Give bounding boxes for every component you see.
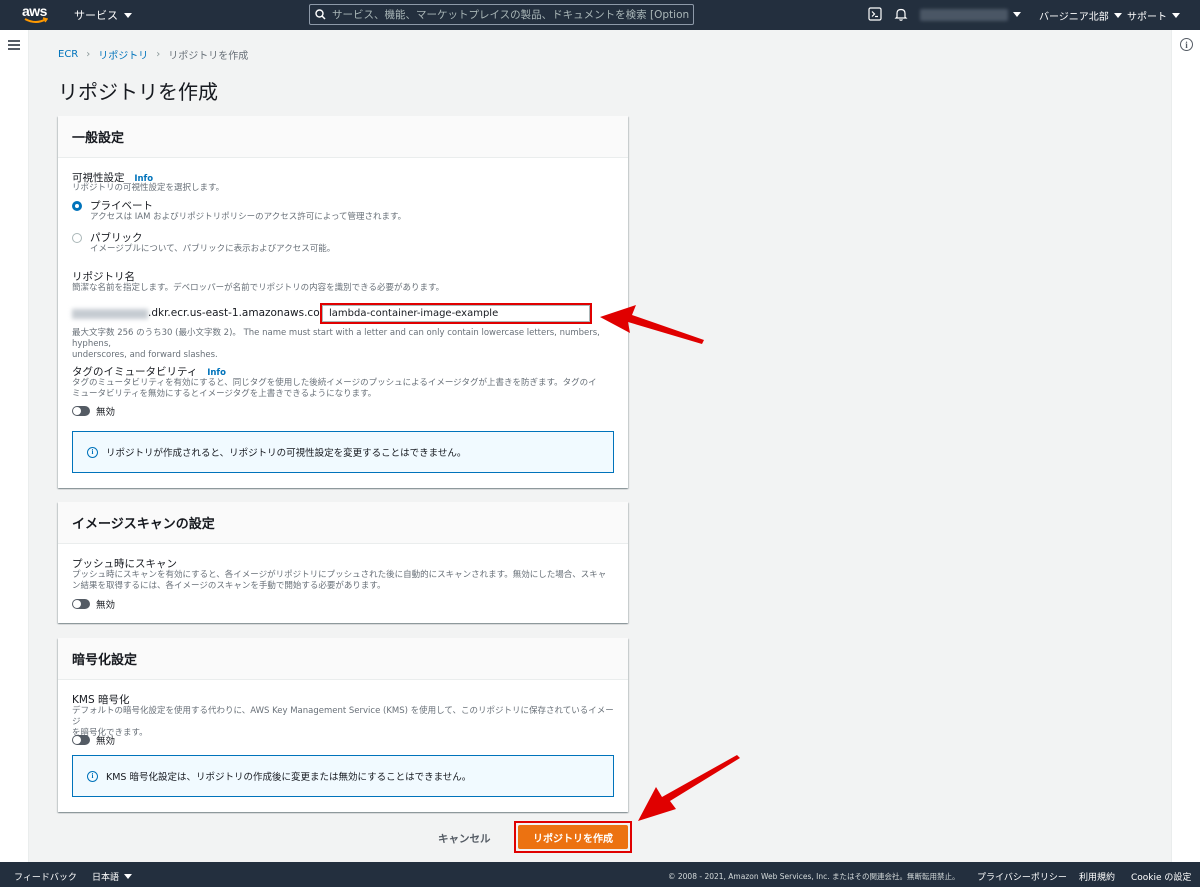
search-icon (310, 5, 330, 25)
breadcrumb-ecr[interactable]: ECR (58, 49, 78, 60)
kms-encryption-toggle[interactable] (72, 735, 90, 745)
top-navigation: aws サービス バージニア北部 サポート (0, 0, 1200, 30)
alert-text: KMS 暗号化設定は、リポジトリの作成後に変更または無効にすることはできません。 (106, 772, 472, 783)
repo-name-label: リポジトリ名 (72, 271, 135, 283)
chevron-right-icon: › (156, 49, 161, 60)
panel-header: 一般設定 (58, 116, 628, 158)
info-icon: i (87, 446, 98, 458)
footer: フィードバック 日本語 © 2008 - 2021, Amazon Web Se… (0, 862, 1200, 887)
encryption-panel: 暗号化設定 KMS 暗号化 デフォルトの暗号化設定を使用する代わりに、AWS K… (58, 638, 628, 812)
support-menu[interactable]: サポート (1127, 0, 1180, 30)
registry-uri-suffix: .dkr.ecr.us-east-1.amazonaws.com/ (148, 307, 334, 319)
toggle-state-label: 無効 (96, 407, 116, 418)
chevron-down-icon (1172, 12, 1180, 18)
kms-encryption-description: デフォルトの暗号化設定を使用する代わりに、AWS Key Management … (72, 706, 614, 738)
tag-immutability-info-link[interactable]: Info (207, 368, 226, 378)
private-radio[interactable] (72, 200, 82, 211)
visibility-info-alert: i リポジトリが作成されると、リポジトリの可視性設定を変更することはできません。 (72, 431, 614, 473)
panel-header: 暗号化設定 (58, 638, 628, 680)
tag-immutability-description: タグのミュータビリティを有効にすると、同じタグを使用した後続イメージのプッシュに… (72, 378, 597, 399)
chevron-down-icon (1113, 12, 1122, 18)
alert-text: リポジトリが作成されると、リポジトリの可視性設定を変更することはできません。 (106, 448, 467, 459)
aws-logo-text: aws (22, 3, 47, 19)
info-icon: i (87, 770, 98, 782)
private-description: アクセスは IAM およびリポジトリポリシーのアクセス許可によって管理されます。 (90, 212, 407, 222)
hamburger-menu-icon[interactable] (8, 40, 20, 50)
public-label: パブリック (90, 232, 143, 244)
info-circle-icon[interactable]: i (1180, 38, 1193, 51)
language-selector[interactable]: 日本語 (92, 870, 133, 883)
copyright-text: © 2008 - 2021, Amazon Web Services, Inc.… (668, 872, 960, 881)
left-sidebar-collapsed (0, 30, 29, 862)
services-label: サービス (74, 9, 118, 22)
public-description: イメージプルについて、パブリックに表示およびアクセス可能。 (90, 244, 336, 254)
right-help-panel-collapsed: i (1171, 30, 1200, 862)
account-id-blurred (72, 309, 148, 319)
cloudshell-icon[interactable] (868, 7, 882, 21)
chevron-right-icon: › (86, 49, 91, 60)
kms-info-alert: i KMS 暗号化設定は、リポジトリの作成後に変更または無効にすることはできませ… (72, 755, 614, 797)
breadcrumb: ECR › リポジトリ › リポジトリを作成 (58, 47, 248, 62)
breadcrumb-repositories[interactable]: リポジトリ (98, 47, 148, 62)
image-scan-panel: イメージスキャンの設定 プッシュ時にスキャン プッシュ時にスキャンを有効にすると… (58, 502, 628, 623)
search-input[interactable] (330, 8, 690, 21)
support-label: サポート (1127, 11, 1167, 23)
tag-immutability-toggle[interactable] (72, 406, 90, 416)
cancel-button[interactable]: キャンセル (438, 828, 491, 848)
scan-on-push-label: プッシュ時にスキャン (72, 558, 177, 570)
scan-on-push-description: プッシュ時にスキャンを有効にすると、各イメージがリポジトリにプッシュされた後に自… (72, 570, 607, 591)
bell-icon[interactable] (894, 7, 908, 22)
aws-smile-icon (24, 17, 48, 23)
page-title: リポジトリを作成 (58, 80, 218, 104)
scan-on-push-toggle[interactable] (72, 599, 90, 609)
account-menu-blurred[interactable] (920, 9, 1008, 21)
breadcrumb-current: リポジトリを作成 (168, 51, 249, 62)
feedback-link[interactable]: フィードバック (14, 870, 77, 883)
red-arrow-annotation (600, 305, 704, 344)
aws-logo[interactable]: aws (22, 4, 56, 26)
tag-immutability-label: タグのイミュータビリティ (72, 366, 198, 378)
terms-link[interactable]: 利用規約 (1079, 870, 1115, 883)
cookie-settings-link[interactable]: Cookie の設定 (1131, 870, 1191, 883)
red-arrow-annotation (638, 755, 740, 821)
panel-header: イメージスキャンの設定 (58, 502, 628, 544)
visibility-description: リポジトリの可視性設定を選択します。 (72, 183, 225, 193)
kms-encryption-label: KMS 暗号化 (72, 694, 130, 706)
global-search[interactable] (309, 4, 694, 25)
repository-name-input[interactable] (322, 305, 590, 322)
repo-name-constraint: 最大文字数 256 のうち30 (最小文字数 2)。 The name must… (72, 328, 600, 360)
toggle-state-label: 無効 (96, 736, 116, 747)
privacy-policy-link[interactable]: プライバシーポリシー (977, 870, 1067, 883)
private-label: プライベート (90, 200, 153, 212)
chevron-down-icon (124, 12, 132, 18)
toggle-state-label: 無効 (96, 600, 116, 611)
create-repository-button[interactable]: リポジトリを作成 (518, 825, 628, 849)
general-settings-panel: 一般設定 可視性設定 Info リポジトリの可視性設定を選択します。 プライベー… (58, 116, 628, 488)
chevron-down-icon (124, 874, 133, 879)
region-selector[interactable]: バージニア北部 (1039, 0, 1122, 30)
language-label: 日本語 (92, 873, 120, 883)
region-label: バージニア北部 (1039, 11, 1109, 23)
chevron-down-icon[interactable] (1013, 12, 1021, 17)
public-radio[interactable] (72, 232, 82, 243)
services-menu[interactable]: サービス (74, 0, 132, 30)
repo-name-description: 簡潔な名前を指定します。デベロッパーが名前でリポジトリの内容を識別できる必要があ… (72, 283, 445, 293)
